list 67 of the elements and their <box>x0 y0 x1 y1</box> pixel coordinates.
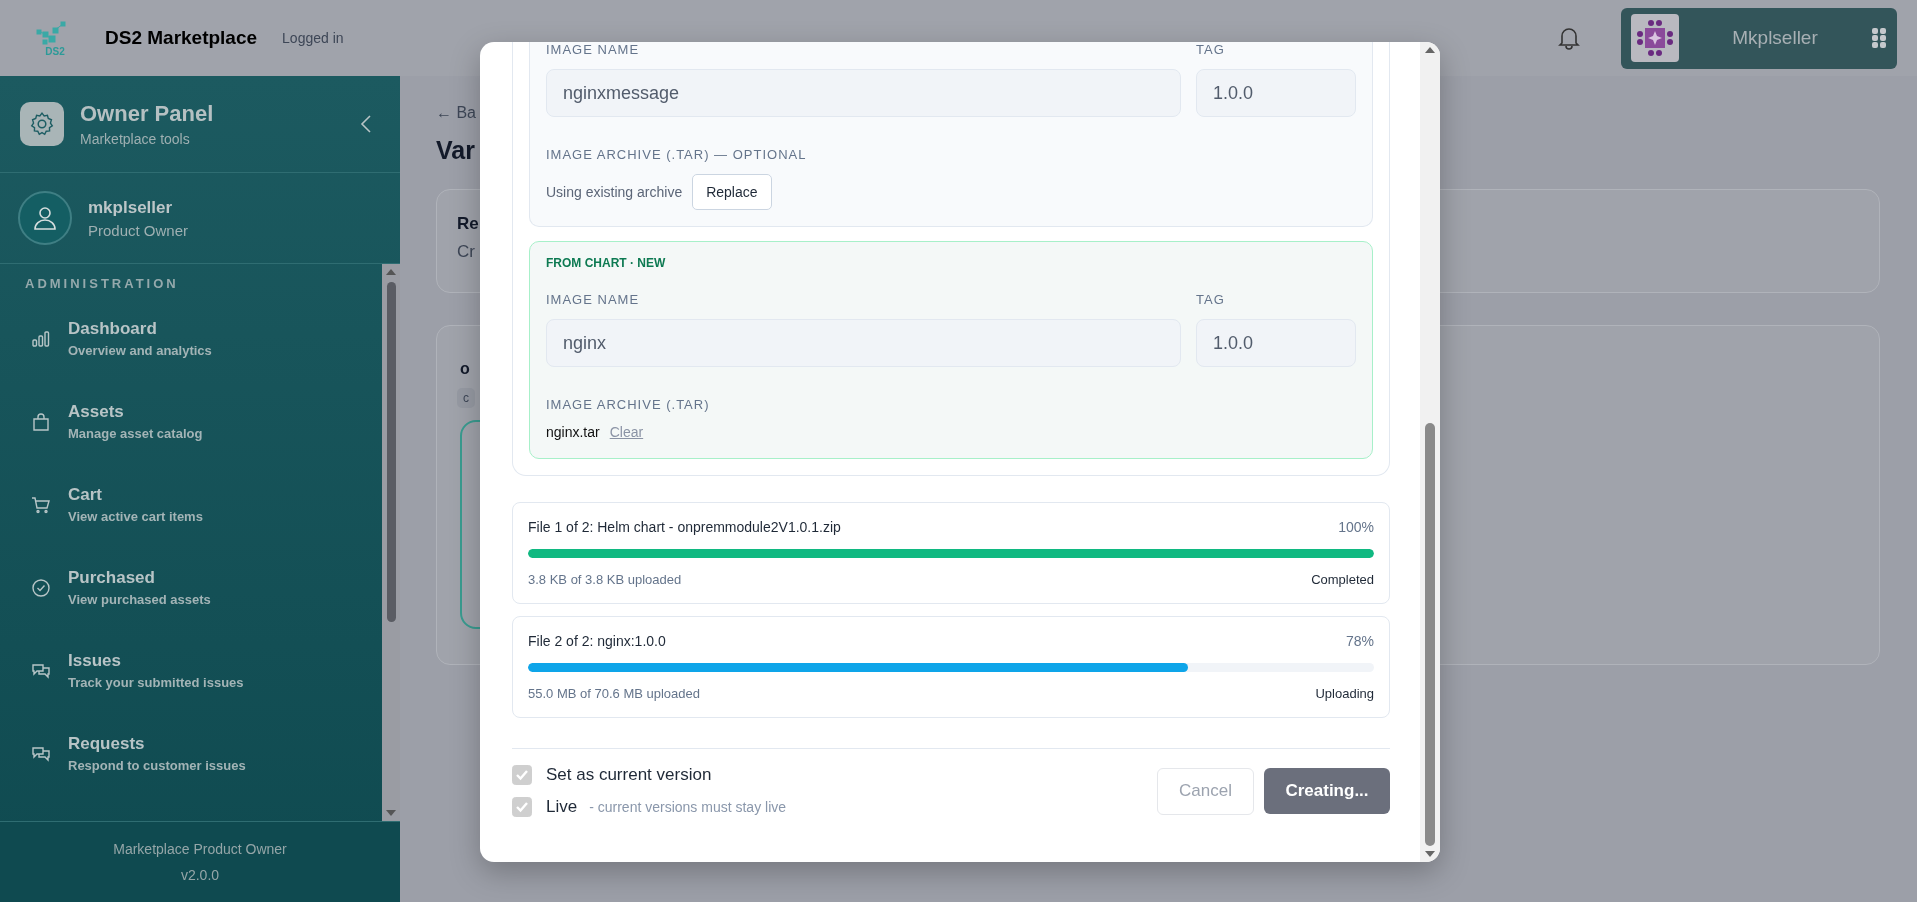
apps-grid-icon[interactable] <box>1871 27 1887 49</box>
app-title: DS2 Marketplace <box>105 27 258 49</box>
upload-status: Completed <box>1311 572 1374 587</box>
scroll-up-icon[interactable] <box>386 268 396 276</box>
user-name: mkplseller <box>88 197 174 218</box>
card-text: Cr <box>457 242 475 262</box>
tag-field[interactable]: 1.0.0 <box>1196 69 1356 117</box>
upload-title: File 1 of 2: Helm chart - onpremmodule2V1.0.1.zip <box>528 519 841 535</box>
bar-chart-icon <box>31 328 51 349</box>
clear-link[interactable]: Clear <box>609 424 644 440</box>
upload-percent: 78% <box>1345 633 1374 649</box>
section-heading: ADMINISTRATION <box>25 276 180 291</box>
cancel-button[interactable]: Cancel <box>1157 767 1254 815</box>
field-label: TAG <box>1196 42 1226 57</box>
archive-status: Using existing archive <box>546 184 683 200</box>
back-link[interactable]: ← Ba <box>436 104 476 122</box>
archive-file-name: nginx.tar <box>546 424 600 440</box>
scrollbar[interactable] <box>382 264 400 821</box>
tag-field[interactable]: 1.0.0 <box>1196 319 1356 367</box>
check-badge-icon <box>31 577 51 598</box>
user-role: Product Owner <box>88 221 190 239</box>
shopping-bag-icon <box>31 411 51 432</box>
nav-item[interactable]: Requests Respond to customer issues <box>25 712 382 795</box>
scrollbar[interactable] <box>1420 42 1440 862</box>
collapse-chevron-icon[interactable] <box>360 114 372 134</box>
notification-bell-icon[interactable] <box>1557 25 1581 51</box>
cart-icon <box>31 494 51 515</box>
source-label: FROM CHART · NEW <box>546 256 666 270</box>
settings-icon <box>20 102 64 146</box>
field-label: IMAGE NAME <box>546 292 641 307</box>
field-label: IMAGE ARCHIVE (.TAR) — OPTIONAL <box>546 147 807 162</box>
logo-text: DS2 <box>45 45 65 57</box>
field-label: IMAGE NAME <box>546 42 641 57</box>
nav-item[interactable]: Purchased View purchased assets <box>25 546 382 629</box>
footer-text: v2.0.0 <box>180 867 220 883</box>
avatar-pattern-icon <box>1631 14 1679 62</box>
upload-title: File 2 of 2: nginx:1.0.0 <box>528 633 666 649</box>
upload-size: 55.0 MB of 70.6 MB uploaded <box>528 686 700 701</box>
upload-status: Uploading <box>1315 686 1374 701</box>
image-name-field[interactable]: nginx <box>546 319 1181 367</box>
upload-percent: 100% <box>1338 519 1374 535</box>
panel-title: Owner Panel <box>80 101 215 127</box>
creating-button[interactable]: Creating... <box>1264 768 1390 814</box>
nav-item[interactable]: Issues Track your submitted issues <box>25 629 382 712</box>
scroll-up-icon[interactable] <box>1425 46 1435 54</box>
page-heading: Var <box>436 136 475 165</box>
scroll-down-icon[interactable] <box>1425 850 1435 858</box>
nav-item[interactable]: Dashboard Overview and analytics <box>25 297 382 380</box>
field-label: IMAGE ARCHIVE (.TAR) <box>546 397 710 412</box>
footer-text: Marketplace Product Owner <box>113 841 287 857</box>
nav-item[interactable]: Assets Manage asset catalog <box>25 380 382 463</box>
user-avatar <box>18 191 72 245</box>
upload-size: 3.8 KB of 3.8 KB uploaded <box>528 572 682 587</box>
login-status: Logged in <box>282 30 344 46</box>
replace-button[interactable]: Replace <box>692 174 772 210</box>
card-title: o <box>460 360 470 378</box>
card-title: Re <box>457 214 479 234</box>
image-name-field[interactable]: nginxmessage <box>546 69 1181 117</box>
checkbox-label: Set as current version <box>546 765 712 785</box>
user-menu[interactable]: Mkplseller <box>1621 7 1897 69</box>
nav-item[interactable]: Cart View active cart items <box>25 463 382 546</box>
chip: c <box>457 388 475 408</box>
panel-subtitle: Marketplace tools <box>80 131 191 147</box>
hint-text: - current versions must stay live <box>589 799 787 815</box>
field-label: TAG <box>1196 292 1226 307</box>
checkbox-label: Live <box>546 797 578 817</box>
scroll-down-icon[interactable] <box>386 809 396 817</box>
